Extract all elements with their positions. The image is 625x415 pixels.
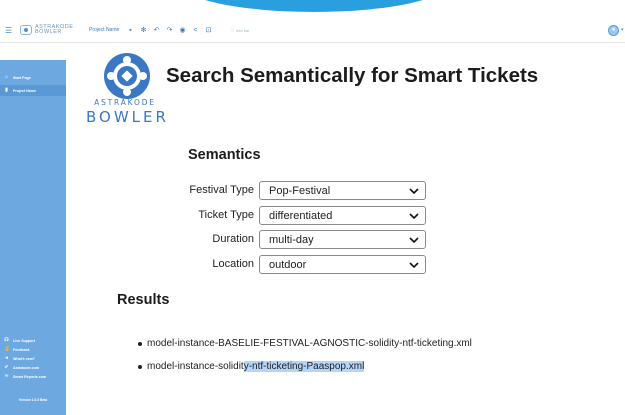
- redo-icon[interactable]: ↷: [166, 26, 173, 34]
- duration-label: Duration: [212, 233, 254, 245]
- sidebar-item-label: Start Page: [13, 75, 31, 80]
- sidebar: ⌂ Start Page ▮ Project Name ☊ Live Suppo…: [0, 60, 66, 415]
- page-title: Search Semantically for Smart Tickets: [166, 64, 539, 87]
- top-toolbar: ☰ ASTRAKODE BOWLER Project Name ▪ ✻ ↶ ↷ …: [0, 17, 625, 43]
- sidebar-item-project[interactable]: ▮ Project Name: [0, 85, 66, 96]
- share-icon[interactable]: <: [192, 27, 199, 34]
- sidebar-item-start-page[interactable]: ⌂ Start Page: [0, 72, 66, 83]
- festival-type-label: Festival Type: [189, 184, 254, 196]
- sidebar-item-label: Astrakode.com: [13, 365, 39, 370]
- brand-subname: BOWLER: [35, 29, 62, 35]
- info-bar[interactable]: ⓘ Info bar: [230, 17, 250, 43]
- sidebar-item-smart-reports[interactable]: ∞ Smart Reports.com: [0, 371, 66, 382]
- preview-icon[interactable]: ◉: [179, 26, 186, 34]
- logo-wordmark: ASTRAKODE: [94, 98, 156, 107]
- rocket-icon: ➶: [4, 364, 9, 370]
- festival-type-select[interactable]: Pop-Festival: [259, 181, 426, 200]
- location-select[interactable]: outdoor: [259, 255, 426, 274]
- results-list: model-instance-BASELIE-FESTIVAL-AGNOSTIC…: [138, 338, 472, 384]
- location-label: Location: [212, 258, 254, 270]
- project-name-label[interactable]: Project Name: [89, 17, 119, 43]
- selected-text-highlight: y-ntf-ticketing-Paaspop.xml: [243, 361, 365, 372]
- export-icon[interactable]: ⊡: [205, 26, 212, 34]
- toolbar-icons: ▪ ✻ ↶ ↷ ◉ < ⊡: [127, 17, 212, 43]
- chevron-down-icon: [409, 188, 419, 195]
- chevron-down-icon: ▾: [621, 27, 624, 33]
- sidebar-item-label: Feedback: [13, 347, 30, 352]
- festival-type-row: Festival Type Pop-Festival: [150, 181, 430, 203]
- file-icon: ▮: [5, 87, 8, 93]
- sidebar-item-label: What's new?: [13, 356, 35, 361]
- location-value: outdoor: [269, 258, 307, 271]
- ticket-type-row: Ticket Type differentiated: [150, 206, 430, 228]
- brand-logo[interactable]: ASTRAKODE BOWLER: [20, 17, 73, 43]
- info-bar-label: Info bar: [236, 27, 250, 33]
- infinity-icon: ∞: [4, 373, 9, 379]
- save-icon[interactable]: ▪: [127, 27, 134, 34]
- result-item[interactable]: model-instance-solidity-ntf-ticketing-Pa…: [138, 361, 472, 384]
- duration-value: multi-day: [269, 233, 314, 246]
- ticket-type-value: differentiated: [269, 209, 333, 222]
- hamburger-menu-icon[interactable]: ☰: [5, 17, 14, 43]
- sidebar-item-label: Smart Reports.com: [13, 374, 47, 379]
- home-icon: ⌂: [4, 74, 9, 80]
- account-menu[interactable]: ● ▾: [608, 17, 625, 43]
- chevron-down-icon: [409, 262, 419, 269]
- headset-icon: ☊: [4, 337, 9, 343]
- undo-icon[interactable]: ↶: [153, 26, 160, 34]
- thumbs-up-icon: ☝: [4, 346, 11, 352]
- ticket-type-select[interactable]: differentiated: [259, 206, 426, 225]
- megaphone-icon: ◂: [5, 355, 8, 361]
- brand-mark-icon: [20, 25, 32, 35]
- semantics-heading: Semantics: [188, 147, 261, 163]
- sidebar-item-label: Project Name: [13, 88, 36, 93]
- sidebar-item-label: Live Support: [13, 338, 35, 343]
- chevron-down-icon: [409, 213, 419, 220]
- results-heading: Results: [117, 292, 170, 308]
- settings-icon[interactable]: ✻: [140, 26, 147, 34]
- chevron-down-icon: [409, 237, 419, 244]
- duration-row: Duration multi-day: [150, 230, 430, 252]
- duration-select[interactable]: multi-day: [259, 230, 426, 249]
- avatar-icon: ●: [608, 24, 619, 36]
- info-icon: ⓘ: [230, 27, 234, 32]
- location-row: Location outdoor: [150, 255, 430, 277]
- top-accent-arc: [178, 0, 450, 12]
- ticket-type-label: Ticket Type: [198, 209, 254, 221]
- version-label: Version 1.0.3 Beta: [18, 398, 48, 402]
- result-item-text: model-instance-BASELIE-FESTIVAL-AGNOSTIC…: [147, 338, 472, 349]
- result-item-text: model-instance-solidit: [147, 361, 244, 372]
- result-item[interactable]: model-instance-BASELIE-FESTIVAL-AGNOSTIC…: [138, 338, 472, 361]
- festival-type-value: Pop-Festival: [269, 184, 331, 197]
- logo-product-name: BOWLER: [86, 108, 169, 126]
